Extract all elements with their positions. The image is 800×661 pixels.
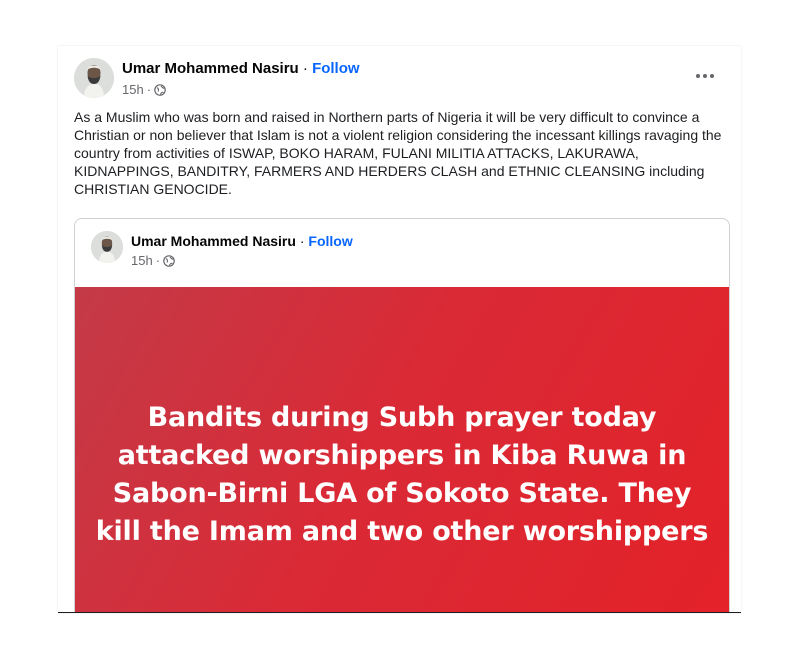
time-separator: ·	[146, 82, 152, 97]
separator: ·	[302, 60, 308, 77]
avatar-image	[91, 231, 123, 263]
shared-post-header: Umar Mohammed Nasiru · Follow 15h ·	[91, 231, 713, 271]
three-dots-icon-dot	[710, 74, 714, 78]
avatar[interactable]	[74, 58, 114, 98]
shared-avatar[interactable]	[91, 231, 123, 263]
shared-author-name[interactable]: Umar Mohammed Nasiru	[131, 233, 296, 249]
author-line: Umar Mohammed Nasiru · Follow	[122, 60, 360, 77]
post-time[interactable]: 15h	[122, 82, 144, 97]
shared-post[interactable]: Umar Mohammed Nasiru · Follow 15h · Band…	[74, 218, 730, 612]
three-dots-icon-dot	[703, 74, 707, 78]
globe-icon	[163, 254, 175, 267]
post-text: As a Muslim who was born and raised in N…	[74, 109, 722, 197]
post-card: Umar Mohammed Nasiru · Follow 15h · As a…	[58, 46, 741, 613]
author-name[interactable]: Umar Mohammed Nasiru	[122, 60, 299, 77]
globe-icon	[154, 83, 166, 96]
avatar-image	[74, 58, 114, 98]
banner-text: Bandits during Subh prayer today attacke…	[95, 402, 709, 547]
shared-follow-button[interactable]: Follow	[308, 233, 352, 249]
shared-author-line: Umar Mohammed Nasiru · Follow	[131, 233, 353, 249]
three-dots-icon	[696, 74, 700, 78]
post-header: Umar Mohammed Nasiru · Follow 15h ·	[74, 58, 725, 100]
post-meta: 15h ·	[122, 82, 166, 97]
follow-button[interactable]: Follow	[312, 60, 360, 77]
time-separator: ·	[155, 253, 161, 268]
shared-post-meta: 15h ·	[131, 253, 175, 268]
shared-post-time[interactable]: 15h	[131, 253, 153, 268]
more-options-button[interactable]	[687, 64, 723, 88]
text-banner[interactable]: Bandits during Subh prayer today attacke…	[75, 287, 729, 612]
separator: ·	[299, 233, 305, 249]
